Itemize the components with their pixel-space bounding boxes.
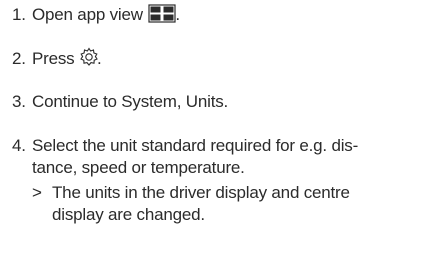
step-3: 3. Continue to System, Units. (12, 91, 228, 113)
settings-gear-icon (79, 47, 99, 73)
instructions-page: 1. Open app view . 2. Press . 3. Continue t… (0, 0, 434, 267)
step-text: Continue to System, Units. (32, 92, 229, 111)
step-2: 2. Press . (12, 47, 102, 73)
step-suffix: . (97, 49, 102, 68)
step-number: 1. (12, 5, 26, 24)
step-text-line: Select the unit standard required for e.… (32, 136, 359, 155)
result-text-line: The units in the driver display and cent… (52, 183, 350, 202)
result-marker: > (32, 183, 42, 202)
result-text-line: display are changed. (52, 205, 205, 224)
step-4: 4. Select the unit standard required for … (12, 135, 358, 157)
step-4-continuation: tance, speed or temperature. (32, 158, 245, 177)
step-suffix: . (175, 5, 180, 24)
step-number: 3. (12, 92, 26, 111)
step-number: 2. (12, 49, 26, 68)
step-text: Press (32, 49, 75, 68)
step-text: Open app view (32, 5, 143, 24)
step-number: 4. (12, 136, 26, 155)
app-view-grid-icon (147, 3, 177, 29)
step-1: 1. Open app view . (12, 3, 180, 29)
